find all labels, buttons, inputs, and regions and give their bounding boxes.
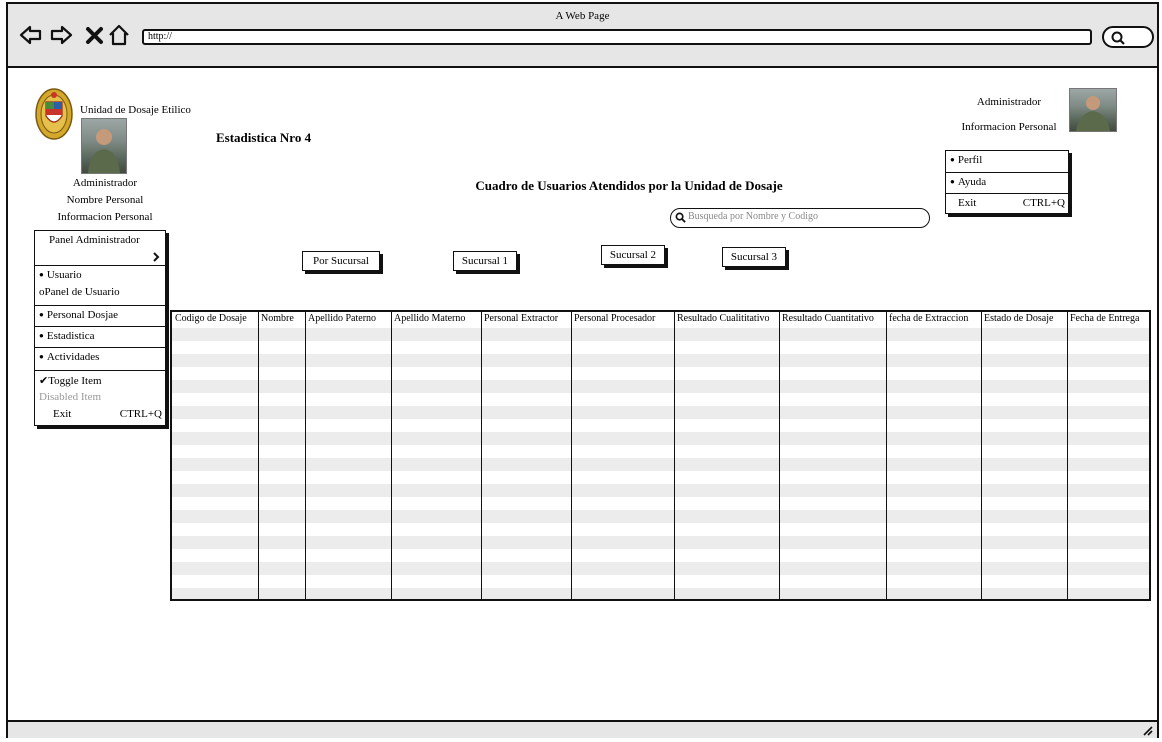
menu-item-estadistica[interactable]: Estadistica bbox=[39, 330, 95, 342]
user-avatar bbox=[1069, 88, 1117, 132]
column-header[interactable]: fecha de Extraccion bbox=[886, 313, 981, 324]
column-divider bbox=[674, 312, 675, 599]
search-placeholder: Busqueda por Nombre y Codigo bbox=[688, 211, 818, 222]
column-divider bbox=[305, 312, 306, 599]
person-photo-icon bbox=[88, 129, 120, 173]
column-divider bbox=[981, 312, 982, 599]
menu-item-perfil[interactable]: Perfil bbox=[950, 154, 982, 166]
back-arrow-icon[interactable] bbox=[18, 22, 44, 48]
data-table: Codigo de Dosaje Nombre Apellido Paterno Ap… bbox=[170, 310, 1151, 601]
table-row-stripe bbox=[172, 406, 1149, 419]
table-row-stripe bbox=[172, 484, 1149, 497]
exit-menu-item[interactable]: Exit bbox=[958, 197, 976, 209]
user-info-link[interactable]: Informacion Personal bbox=[944, 121, 1074, 133]
column-header[interactable]: Apellido Materno bbox=[391, 313, 481, 324]
menu-divider bbox=[946, 172, 1068, 173]
user-role: Administrador bbox=[976, 96, 1042, 108]
window-title: A Web Page bbox=[555, 10, 610, 22]
page-title: Estadistica Nro 4 bbox=[216, 130, 312, 145]
table-row-stripe bbox=[172, 380, 1149, 393]
column-header[interactable]: Estado de Dosaje bbox=[981, 313, 1067, 324]
column-divider bbox=[391, 312, 392, 599]
column-header[interactable]: Nombre bbox=[258, 313, 305, 324]
column-divider bbox=[571, 312, 572, 599]
column-header[interactable]: Apellido Paterno bbox=[305, 313, 391, 324]
menu-divider bbox=[35, 370, 165, 371]
column-divider bbox=[779, 312, 780, 599]
org-name: Unidad de Dosaje Etilico bbox=[80, 104, 191, 116]
table-row-stripe bbox=[172, 328, 1149, 341]
main-heading: Cuadro de Usuarios Atendidos por la Unid… bbox=[475, 178, 783, 193]
table-row-stripe bbox=[172, 354, 1149, 367]
menu-divider bbox=[35, 326, 165, 327]
search-icon bbox=[675, 212, 686, 223]
personal-info-link[interactable]: Informacion Personal bbox=[40, 211, 170, 223]
exit-shortcut: CTRL+Q bbox=[1022, 197, 1065, 209]
menu-item-usuario[interactable]: Usuario bbox=[39, 269, 82, 281]
search-field[interactable]: Busqueda por Nombre y Codigo bbox=[670, 208, 930, 228]
status-bar bbox=[8, 720, 1157, 738]
menu-divider bbox=[35, 347, 165, 348]
person-photo-icon bbox=[1076, 96, 1110, 131]
chevron-right-icon[interactable] bbox=[152, 252, 160, 262]
personal-name: Nombre Personal bbox=[66, 194, 144, 206]
user-dropdown-menu: Perfil Ayuda Exit CTRL+Q bbox=[945, 150, 1069, 214]
table-row-stripe bbox=[172, 588, 1149, 599]
home-icon[interactable] bbox=[106, 22, 132, 48]
police-emblem-logo bbox=[35, 88, 73, 140]
exit-menu-item[interactable]: Exit bbox=[53, 408, 71, 420]
table-row-stripe bbox=[172, 458, 1149, 471]
menu-divider bbox=[35, 265, 165, 266]
table-row-stripe bbox=[172, 510, 1149, 523]
column-divider bbox=[1067, 312, 1068, 599]
table-header: Codigo de Dosaje Nombre Apellido Paterno Ap… bbox=[172, 312, 1149, 328]
column-divider bbox=[886, 312, 887, 599]
menu-item-personal-dosaje[interactable]: Personal Dosjae bbox=[39, 309, 118, 321]
menu-divider bbox=[946, 193, 1068, 194]
table-row-stripe bbox=[172, 432, 1149, 445]
filter-sucursal-1-button[interactable]: Sucursal 1 bbox=[453, 251, 517, 271]
column-divider bbox=[258, 312, 259, 599]
menu-item-actividades[interactable]: Actividades bbox=[39, 351, 100, 363]
menu-item-ayuda[interactable]: Ayuda bbox=[950, 176, 986, 188]
table-row-stripe bbox=[172, 562, 1149, 575]
column-header[interactable]: Resultado Cualititativo bbox=[674, 313, 779, 324]
admin-role: Administrador bbox=[72, 177, 138, 189]
exit-shortcut: CTRL+Q bbox=[119, 408, 162, 420]
admin-avatar bbox=[81, 118, 127, 174]
resize-grip-icon[interactable] bbox=[1141, 724, 1153, 736]
menu-item-panel-usuario[interactable]: oPanel de Usuario bbox=[39, 286, 120, 298]
toggle-item[interactable]: ✔Toggle Item bbox=[39, 374, 102, 387]
table-row-stripe bbox=[172, 536, 1149, 549]
close-x-icon[interactable] bbox=[82, 22, 108, 48]
url-input[interactable]: http:// bbox=[142, 29, 1092, 45]
column-header[interactable]: Personal Procesador bbox=[571, 313, 674, 324]
menu-divider bbox=[35, 305, 165, 306]
browser-search-button[interactable] bbox=[1102, 26, 1154, 48]
forward-arrow-icon[interactable] bbox=[48, 22, 74, 48]
filter-por-sucursal-button[interactable]: Por Sucursal bbox=[302, 251, 380, 271]
filter-sucursal-2-button[interactable]: Sucursal 2 bbox=[601, 245, 665, 265]
toggle-item-label: Toggle Item bbox=[48, 375, 102, 387]
column-header[interactable]: Codigo de Dosaje bbox=[172, 313, 258, 324]
column-header[interactable]: Fecha de Entrega bbox=[1067, 313, 1149, 324]
column-divider bbox=[481, 312, 482, 599]
disabled-item: Disabled Item bbox=[39, 391, 102, 403]
admin-side-menu: Panel Administrador Usuario oPanel de Us… bbox=[34, 230, 166, 426]
column-header[interactable]: Personal Extractor bbox=[481, 313, 571, 324]
filter-sucursal-3-button[interactable]: Sucursal 3 bbox=[722, 247, 786, 267]
column-header[interactable]: Resultado Cuantitativo bbox=[779, 313, 886, 324]
search-icon bbox=[1111, 31, 1125, 45]
checkmark-icon: ✔ bbox=[39, 375, 49, 387]
panel-admin-label[interactable]: Panel Administrador bbox=[49, 234, 140, 246]
